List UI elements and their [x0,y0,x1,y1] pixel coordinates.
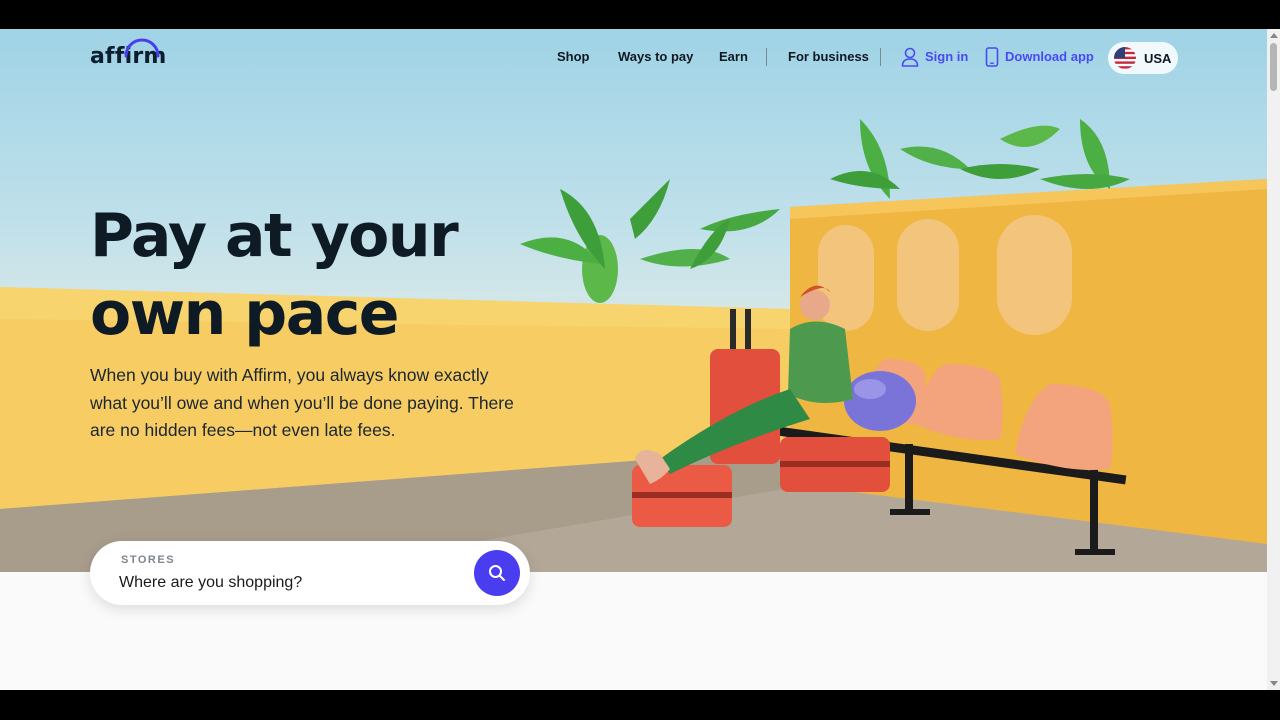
search-button[interactable] [474,550,520,596]
letterbox-top [0,0,1280,29]
store-search-box: STORES [90,541,530,605]
hero-headline-line-1: Pay at your [90,201,459,271]
scroll-up-arrow-icon[interactable] [1270,33,1278,38]
phone-icon [985,47,999,67]
search-label: STORES [121,554,176,566]
store-search-input[interactable] [119,571,459,595]
page-scrollbar[interactable] [1267,29,1280,690]
scroll-down-arrow-icon[interactable] [1270,681,1278,686]
scroll-thumb[interactable] [1270,43,1277,91]
country-label: USA [1144,50,1172,66]
nav-divider [766,48,767,66]
top-nav: affirm Shop Ways to pay Earn For busines… [0,29,1267,87]
sign-in-link[interactable]: Sign in [925,49,968,64]
nav-divider [880,48,881,66]
country-selector[interactable]: USA [1108,42,1178,74]
hero-subtext: When you buy with Affirm, you always kno… [90,365,514,440]
nav-shop[interactable]: Shop [557,49,590,64]
letterbox-bottom [0,690,1280,720]
nav-for-business[interactable]: For business [788,49,869,64]
hero-headline: Pay at your own pace [90,197,550,353]
search-icon [489,565,505,581]
hero-headline-line-2: own pace [90,279,399,349]
nav-earn[interactable]: Earn [719,49,748,64]
user-icon [901,47,919,67]
download-app-link[interactable]: Download app [1005,49,1094,64]
us-flag-icon [1114,47,1136,69]
nav-ways-to-pay[interactable]: Ways to pay [618,49,693,64]
affirm-logo-arc-icon [124,38,160,58]
browser-viewport: affirm Shop Ways to pay Earn For busines… [0,29,1280,690]
